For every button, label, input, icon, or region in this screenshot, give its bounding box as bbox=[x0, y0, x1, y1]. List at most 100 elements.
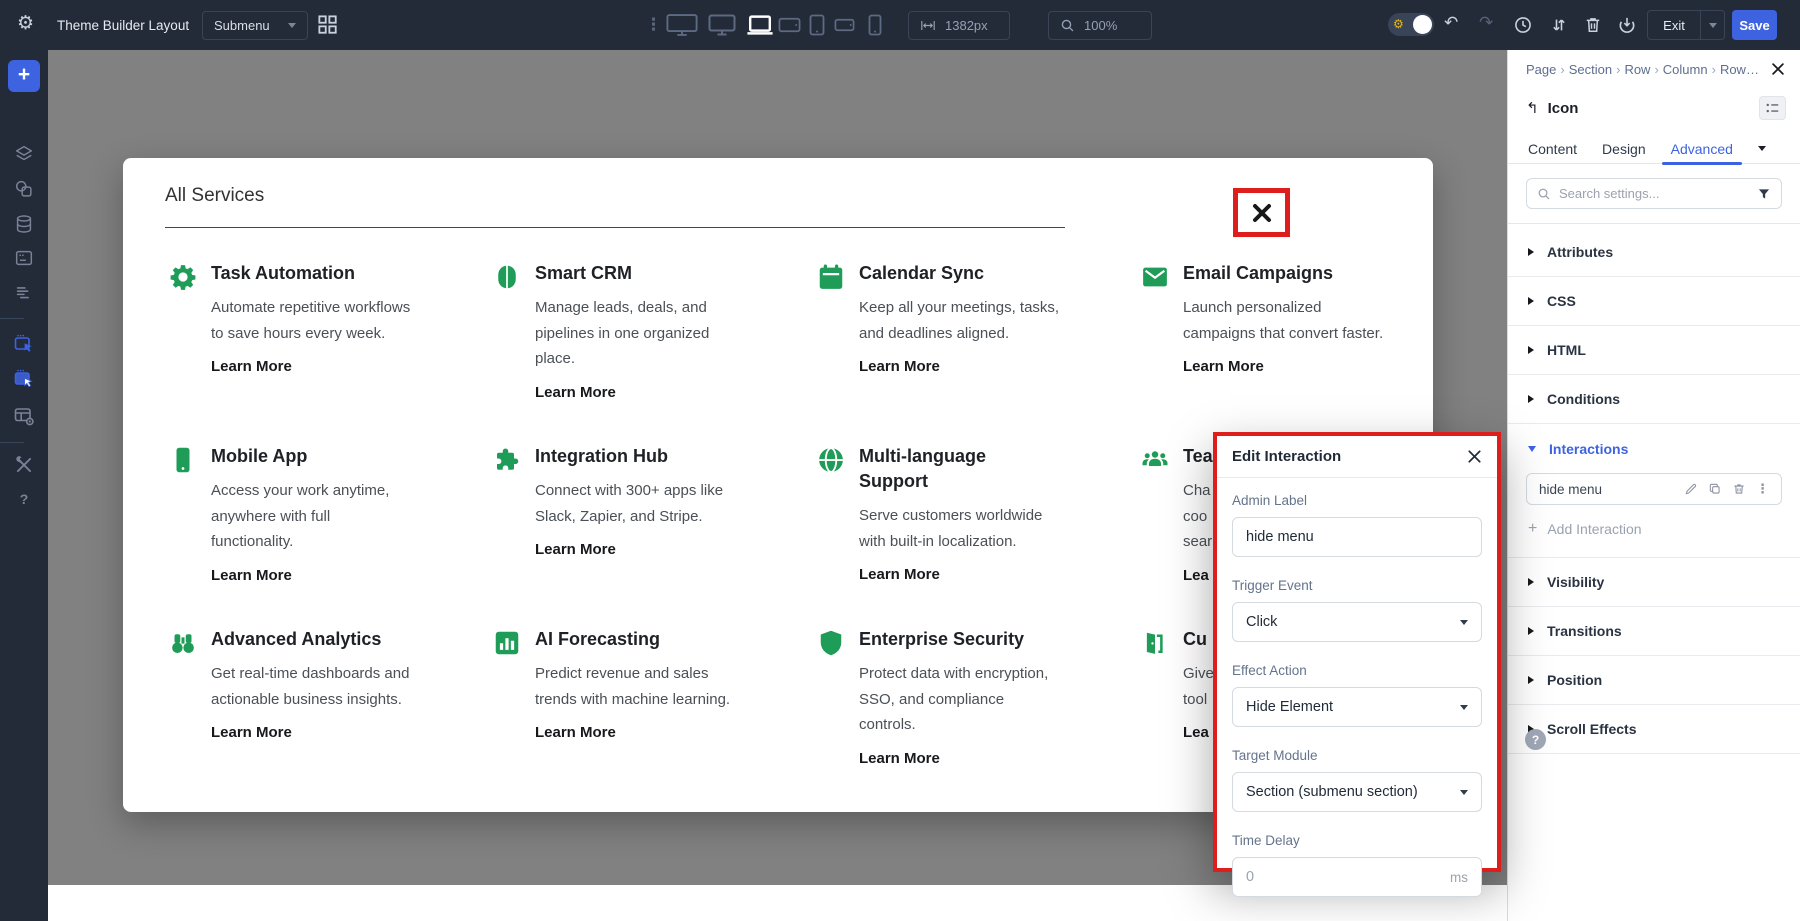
service-description: Get real-time dashboards andactionable b… bbox=[211, 661, 409, 712]
zoom-level-input[interactable]: 100% bbox=[1048, 11, 1152, 40]
builder-mode-toggle[interactable]: ⚙ bbox=[1388, 13, 1434, 36]
layout-settings-gear-icon[interactable] bbox=[12, 404, 36, 428]
service-card: Smart CRM Manage leads, deals, andpipeli… bbox=[492, 261, 816, 444]
layout-grid-icon[interactable] bbox=[318, 15, 338, 35]
learn-more-link[interactable]: Learn More bbox=[859, 566, 940, 583]
settings-search-input[interactable] bbox=[1559, 186, 1749, 201]
learn-more-link[interactable]: Lea bbox=[1183, 724, 1209, 741]
breadcrumb-item[interactable]: Column bbox=[1663, 62, 1708, 77]
learn-more-link[interactable]: Learn More bbox=[535, 724, 616, 741]
tab-design[interactable]: Design bbox=[1602, 141, 1646, 157]
section-scroll-effects[interactable]: Scroll Effects bbox=[1508, 705, 1800, 754]
toggle-gear-icon: ⚙ bbox=[1393, 17, 1404, 31]
trigger-event-select[interactable]: Click bbox=[1232, 602, 1482, 642]
breadcrumb-item[interactable]: Row… bbox=[1720, 62, 1759, 77]
edit-pencil-icon[interactable] bbox=[1684, 482, 1698, 496]
panel-help-icon[interactable]: ? bbox=[1525, 729, 1546, 750]
tab-content[interactable]: Content bbox=[1528, 141, 1577, 157]
left-sidebar: + ? bbox=[0, 50, 48, 921]
services-heading: All Services bbox=[165, 185, 264, 207]
breakpoint-tablet-landscape-icon[interactable] bbox=[778, 17, 801, 33]
learn-more-link[interactable]: Learn More bbox=[535, 541, 616, 558]
modal-close-icon[interactable] bbox=[1467, 449, 1482, 464]
breakpoint-tablet-icon[interactable] bbox=[809, 14, 825, 36]
builder-settings-gear-icon[interactable]: ⚙ bbox=[17, 14, 34, 34]
learn-more-link[interactable]: Learn More bbox=[1183, 358, 1264, 375]
trash-icon[interactable] bbox=[1583, 15, 1603, 35]
zoom-magnifier-icon bbox=[1060, 18, 1075, 33]
tabs-dropdown-icon[interactable] bbox=[1758, 146, 1766, 151]
design-presets-icon[interactable] bbox=[13, 178, 35, 200]
learn-more-link[interactable]: Learn More bbox=[859, 750, 940, 767]
dock-icon bbox=[1765, 101, 1781, 115]
layout-select-dropdown[interactable]: Submenu bbox=[202, 11, 308, 40]
time-delay-input[interactable] bbox=[1246, 869, 1450, 885]
panel-close-icon[interactable] bbox=[1771, 62, 1785, 76]
learn-more-link[interactable]: Learn More bbox=[211, 567, 292, 584]
section-html[interactable]: HTML bbox=[1508, 326, 1800, 375]
layers-icon[interactable] bbox=[13, 143, 35, 165]
interactions-pointer-filled-icon[interactable] bbox=[12, 367, 36, 391]
section-visibility[interactable]: Visibility bbox=[1508, 558, 1800, 607]
top-toolbar: ⚙ Theme Builder Layout Submenu ⋮ bbox=[0, 0, 1800, 50]
section-position[interactable]: Position bbox=[1508, 656, 1800, 705]
module-card-icon[interactable] bbox=[13, 247, 35, 269]
submenu-close-button[interactable] bbox=[1233, 188, 1290, 237]
breadcrumb-item[interactable]: Page bbox=[1526, 62, 1556, 77]
filter-funnel-icon[interactable] bbox=[1757, 187, 1771, 201]
breadcrumb-item[interactable]: Row bbox=[1624, 62, 1650, 77]
portability-power-icon[interactable] bbox=[1617, 15, 1637, 35]
toolbar-drag-handle-icon[interactable]: ⋮ bbox=[645, 13, 662, 37]
section-transitions[interactable]: Transitions bbox=[1508, 607, 1800, 656]
modal-body: Admin Label Trigger Event Click Effect A… bbox=[1217, 493, 1497, 897]
service-description: Keep all your meetings, tasks,and deadli… bbox=[859, 295, 1059, 346]
delete-trash-icon[interactable] bbox=[1732, 482, 1746, 496]
breakpoint-widescreen-icon[interactable] bbox=[666, 13, 698, 37]
learn-more-link[interactable]: Learn More bbox=[211, 724, 292, 741]
shield-icon bbox=[816, 628, 846, 658]
target-module-select[interactable]: Section (submenu section) bbox=[1232, 772, 1482, 812]
database-icon[interactable] bbox=[13, 213, 35, 235]
caret-right-icon bbox=[1528, 395, 1534, 403]
admin-label-input[interactable] bbox=[1232, 517, 1482, 557]
back-arrow-icon[interactable]: ↰ bbox=[1526, 99, 1539, 117]
section-attributes[interactable]: Attributes bbox=[1508, 228, 1800, 277]
breakpoint-phone-landscape-icon[interactable] bbox=[834, 18, 855, 32]
save-button[interactable]: Save bbox=[1732, 10, 1777, 40]
redo-icon[interactable]: ↷ bbox=[1479, 13, 1493, 33]
breakpoint-desktop-icon[interactable] bbox=[708, 14, 736, 36]
duplicate-icon[interactable] bbox=[1708, 482, 1722, 496]
quick-actions-button[interactable] bbox=[1759, 96, 1786, 120]
add-interaction-button[interactable]: + Add Interaction bbox=[1508, 505, 1800, 558]
canvas-width-input[interactable]: 1382px bbox=[908, 11, 1010, 40]
door-icon bbox=[1140, 628, 1170, 658]
width-arrows-icon bbox=[920, 19, 936, 32]
learn-more-link[interactable]: Lea bbox=[1183, 567, 1209, 584]
exit-dropdown-button[interactable] bbox=[1700, 11, 1724, 39]
section-interactions[interactable]: Interactions bbox=[1508, 424, 1800, 473]
breadcrumb-item[interactable]: Section bbox=[1569, 62, 1612, 77]
caret-right-icon bbox=[1528, 676, 1534, 684]
add-module-button[interactable]: + bbox=[8, 60, 40, 92]
learn-more-link[interactable]: Learn More bbox=[211, 358, 292, 375]
sort-arrows-icon[interactable] bbox=[1549, 15, 1569, 35]
exit-button[interactable]: Exit bbox=[1648, 11, 1700, 39]
interactions-pointer-icon[interactable] bbox=[12, 332, 36, 356]
section-conditions[interactable]: Conditions bbox=[1508, 375, 1800, 424]
effect-action-select[interactable]: Hide Element bbox=[1232, 687, 1482, 727]
section-css[interactable]: CSS bbox=[1508, 277, 1800, 326]
tab-advanced[interactable]: Advanced bbox=[1671, 141, 1733, 157]
breakpoint-laptop-icon[interactable] bbox=[746, 14, 774, 36]
interaction-item[interactable]: hide menu ⋮ bbox=[1526, 473, 1782, 505]
learn-more-link[interactable]: Learn More bbox=[535, 384, 616, 401]
service-title: Cu bbox=[1183, 627, 1214, 652]
undo-icon[interactable]: ↶ bbox=[1444, 13, 1458, 33]
wireframe-rows-icon[interactable] bbox=[13, 282, 35, 304]
sidebar-help-icon[interactable]: ? bbox=[20, 491, 29, 507]
tools-icon[interactable] bbox=[13, 454, 35, 476]
service-title: Smart CRM bbox=[535, 261, 709, 286]
more-options-kebab-icon[interactable]: ⋮ bbox=[1756, 482, 1769, 496]
breakpoint-phone-icon[interactable] bbox=[868, 14, 882, 36]
learn-more-link[interactable]: Learn More bbox=[859, 358, 940, 375]
history-clock-icon[interactable] bbox=[1513, 15, 1533, 35]
